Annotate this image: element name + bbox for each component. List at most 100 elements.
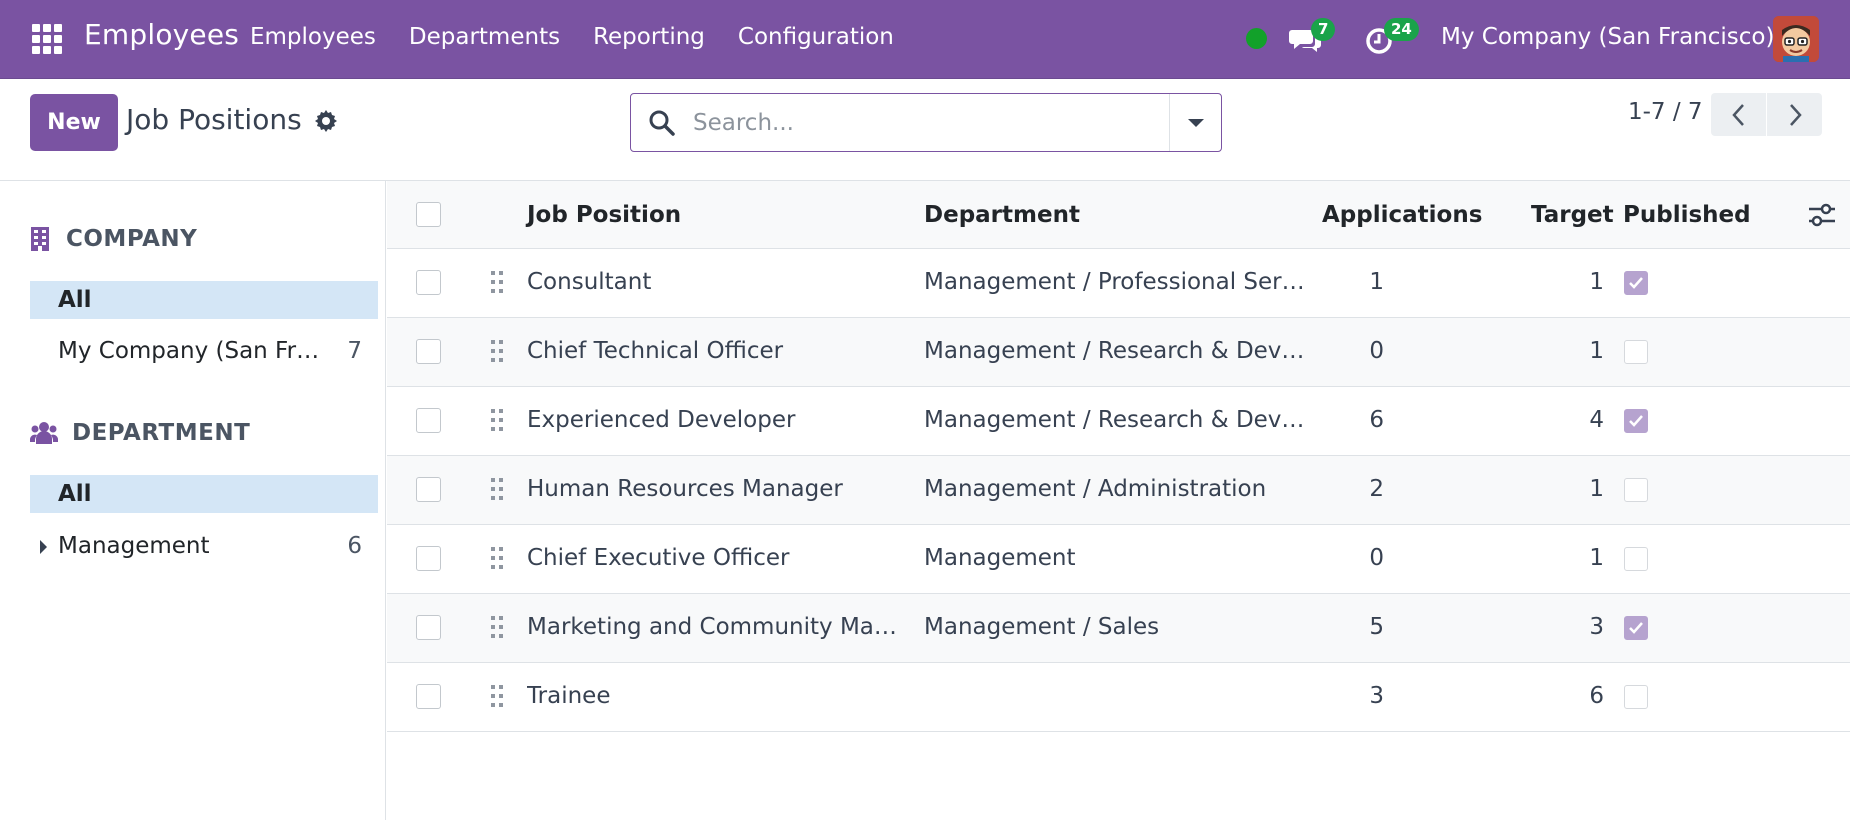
row-select-checkbox[interactable]	[416, 270, 441, 295]
menu-item-configuration[interactable]: Configuration	[738, 24, 894, 50]
gear-icon[interactable]	[314, 109, 338, 133]
search-panel-sidebar: COMPANY All My Company (San Fran… 7 DEPA…	[0, 181, 386, 820]
company-section-header: COMPANY	[30, 226, 197, 252]
user-avatar[interactable]	[1773, 16, 1819, 62]
target-cell: 6	[1589, 683, 1604, 709]
department-cell: Management / Sales	[924, 614, 1160, 640]
published-checkbox[interactable]	[1624, 478, 1648, 502]
main-menu: Employees Departments Reporting Configur…	[250, 24, 927, 50]
new-button[interactable]: New	[30, 94, 118, 151]
check-icon	[1629, 277, 1643, 289]
filter-label: All	[58, 481, 92, 507]
chevron-right-icon	[1789, 103, 1802, 126]
department-section-label: DEPARTMENT	[72, 420, 251, 446]
published-checkbox[interactable]	[1624, 616, 1648, 640]
department-filter-all[interactable]: All	[30, 475, 378, 513]
menu-item-employees[interactable]: Employees	[250, 24, 376, 50]
row-select-checkbox[interactable]	[416, 477, 441, 502]
search-options-toggle[interactable]	[1169, 94, 1221, 151]
apps-grid-icon[interactable]	[32, 24, 62, 54]
presence-status-icon[interactable]	[1246, 28, 1267, 49]
caret-down-icon	[1187, 118, 1204, 127]
job-position-cell: Experienced Developer	[527, 407, 796, 433]
department-filter-management[interactable]: Management 6	[30, 527, 378, 565]
menu-item-reporting[interactable]: Reporting	[593, 24, 705, 50]
menu-item-departments[interactable]: Departments	[409, 24, 560, 50]
department-cell: Management	[924, 545, 1076, 571]
published-checkbox[interactable]	[1624, 340, 1648, 364]
table-row[interactable]: Experienced Developer Management / Resear…	[387, 387, 1850, 456]
drag-handle-icon[interactable]	[489, 407, 505, 433]
job-position-cell: Trainee	[527, 683, 611, 709]
published-checkbox[interactable]	[1624, 409, 1648, 433]
chat-count-badge: 7	[1311, 18, 1336, 41]
check-icon	[1629, 415, 1643, 427]
table-row[interactable]: Chief Technical Officer Management / Rese…	[387, 318, 1850, 387]
column-header-department[interactable]: Department	[924, 202, 1080, 228]
caret-right-icon[interactable]	[40, 540, 47, 554]
page-title: Job Positions	[126, 103, 302, 136]
applications-cell: 5	[1369, 614, 1384, 640]
published-checkbox[interactable]	[1624, 271, 1648, 295]
drag-handle-icon[interactable]	[489, 614, 505, 640]
applications-cell: 0	[1369, 545, 1384, 571]
row-select-checkbox[interactable]	[416, 546, 441, 571]
app-brand[interactable]: Employees	[84, 18, 239, 51]
job-position-cell: Marketing and Community Man…	[527, 614, 907, 640]
published-checkbox[interactable]	[1624, 685, 1648, 709]
company-filter-my-company[interactable]: My Company (San Fran… 7	[30, 332, 378, 370]
pager-next-button[interactable]	[1767, 93, 1822, 136]
table-row[interactable]: Trainee 3 6	[387, 663, 1850, 732]
column-header-target[interactable]: Target	[1531, 202, 1614, 228]
filter-count: 6	[347, 533, 362, 559]
table-row[interactable]: Marketing and Community Man… Management /…	[387, 594, 1850, 663]
pager-previous-button[interactable]	[1711, 93, 1766, 136]
job-position-cell: Chief Executive Officer	[527, 545, 790, 571]
department-section-header: DEPARTMENT	[30, 420, 250, 446]
department-cell: Management / Research & Deve…	[924, 407, 1309, 433]
department-cell: Management / Professional Ser…	[924, 269, 1305, 295]
applications-cell: 2	[1369, 476, 1384, 502]
company-switcher[interactable]: My Company (San Francisco)	[1441, 24, 1774, 50]
drag-handle-icon[interactable]	[489, 545, 505, 571]
row-select-checkbox[interactable]	[416, 615, 441, 640]
row-select-checkbox[interactable]	[416, 684, 441, 709]
pager-value[interactable]: 1-7 / 7	[1628, 99, 1703, 125]
search-box	[630, 93, 1222, 152]
job-position-cell: Consultant	[527, 269, 652, 295]
table-header: Job Position Department Applications Tar…	[387, 181, 1850, 249]
applications-cell: 3	[1369, 683, 1384, 709]
drag-handle-icon[interactable]	[489, 476, 505, 502]
drag-handle-icon[interactable]	[489, 683, 505, 709]
check-icon	[1629, 622, 1643, 634]
search-icon	[647, 108, 677, 138]
filter-label: My Company (San Fran…	[58, 338, 333, 364]
department-cell: Management / Administration	[924, 476, 1267, 502]
row-select-checkbox[interactable]	[416, 339, 441, 364]
company-section-label: COMPANY	[66, 226, 198, 252]
table-row[interactable]: Human Resources Manager Management / Admi…	[387, 456, 1850, 525]
filter-count: 7	[347, 338, 362, 364]
building-icon	[31, 227, 49, 251]
job-position-cell: Human Resources Manager	[527, 476, 843, 502]
table-row[interactable]: Consultant Management / Professional Ser……	[387, 249, 1850, 318]
published-checkbox[interactable]	[1624, 547, 1648, 571]
column-header-job-position[interactable]: Job Position	[527, 202, 681, 228]
department-cell: Management / Research & Deve…	[924, 338, 1309, 364]
control-panel: New Job Positions 1-7 / 7	[0, 79, 1850, 181]
company-filter-all[interactable]: All	[30, 281, 378, 319]
row-select-checkbox[interactable]	[416, 408, 441, 433]
target-cell: 4	[1589, 407, 1604, 433]
select-all-checkbox[interactable]	[416, 202, 441, 227]
table-row[interactable]: Chief Executive Officer Management 0 1	[387, 525, 1850, 594]
drag-handle-icon[interactable]	[489, 269, 505, 295]
drag-handle-icon[interactable]	[489, 338, 505, 364]
target-cell: 3	[1589, 614, 1604, 640]
activity-count-badge: 24	[1384, 18, 1419, 41]
optional-columns-sliders-icon[interactable]	[1807, 201, 1837, 229]
filter-label: Management	[58, 533, 210, 559]
column-header-published[interactable]: Published	[1623, 202, 1751, 228]
top-navbar: Employees Employees Departments Reportin…	[0, 0, 1850, 79]
search-input[interactable]	[693, 102, 1133, 144]
column-header-applications[interactable]: Applications	[1322, 202, 1482, 228]
